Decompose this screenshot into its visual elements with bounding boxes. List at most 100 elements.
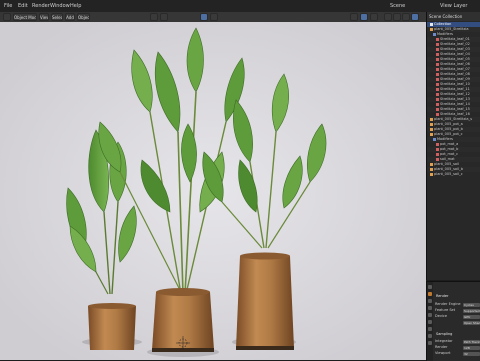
- material-icon: [436, 72, 439, 76]
- object-icon: [430, 162, 433, 166]
- object-icon: [430, 117, 433, 121]
- outliner-item-label: pot_mat_a: [440, 142, 459, 146]
- outliner-panel: Scene Collection Collection plant_005_Str…: [426, 12, 480, 280]
- integrator-label: Integrator: [435, 339, 453, 343]
- object-tab-icon[interactable]: [428, 327, 432, 331]
- material-icon: [436, 77, 439, 81]
- material-icon: [436, 52, 439, 56]
- material-icon: [436, 87, 439, 91]
- menu-render[interactable]: Render: [32, 0, 50, 12]
- outliner-item-label: Strelitzia_leaf_08: [440, 72, 470, 76]
- material-icon: [436, 112, 439, 116]
- outliner-item-label: plant_005_Strelitzia: [434, 27, 469, 31]
- outliner-item-label: Modifiers: [437, 137, 453, 141]
- material-icon: [436, 67, 439, 71]
- outliner-item-label: plant_005_pot_a: [434, 122, 463, 126]
- pot-tall: [236, 256, 294, 348]
- outliner-item-label: Strelitzia_leaf_13: [440, 97, 470, 101]
- outliner-item-label: Strelitzia_leaf_04: [440, 52, 470, 56]
- material-icon: [436, 37, 439, 41]
- viewport-samples-label: Viewport: [435, 351, 451, 355]
- rendered-scene: [0, 22, 426, 360]
- properties-tabs: [427, 282, 433, 361]
- modifier-tab-icon[interactable]: [428, 334, 432, 338]
- render-samples-label: Render: [435, 345, 448, 349]
- outliner-item-label: plant_005_pot_b: [434, 127, 463, 131]
- render-engine-label: Render Engine: [435, 302, 461, 306]
- modifier-icon: [433, 137, 436, 141]
- material-icon: [436, 62, 439, 66]
- outliner-item-label: plant_005_Strelitzia_s: [434, 117, 473, 121]
- material-icon: [436, 47, 439, 51]
- output-tab-icon[interactable]: [428, 299, 432, 303]
- material-icon: [436, 97, 439, 101]
- collection-icon: [430, 22, 433, 26]
- object-icon: [430, 167, 433, 171]
- outliner-item-label: Strelitzia_leaf_02: [440, 42, 470, 46]
- outliner-item-label: Strelitzia_leaf_15: [440, 107, 470, 111]
- open-shading-checkbox[interactable]: Open Shading: [463, 320, 480, 325]
- scene-selector[interactable]: Scene: [390, 0, 405, 12]
- outliner-item-label: Strelitzia_leaf_11: [440, 87, 470, 91]
- menu-help[interactable]: Help: [70, 0, 81, 12]
- outliner-item-label: Strelitzia_leaf_14: [440, 102, 470, 106]
- outliner-item-label: Collection: [434, 22, 452, 26]
- outliner-item-label: plant_005_pot_c: [434, 132, 463, 136]
- outliner-item-label: pot_mat_b: [440, 147, 459, 151]
- pot-small: [88, 306, 136, 350]
- outliner-item-label: plant_005_soil: [434, 162, 460, 166]
- outliner-item-label: Modifiers: [437, 32, 453, 36]
- feature-set-label: Feature Set: [435, 308, 456, 312]
- outliner-item-label: Strelitzia_leaf_06: [440, 62, 470, 66]
- material-icon: [436, 57, 439, 61]
- menu-edit[interactable]: Edit: [18, 0, 28, 12]
- outliner-item-label: Strelitzia_leaf_01: [440, 37, 470, 41]
- object-icon: [430, 127, 433, 131]
- device-label: Device: [435, 314, 447, 318]
- render-samples-field[interactable]: 128: [463, 345, 480, 350]
- menu-file[interactable]: File: [4, 0, 12, 12]
- view-layer-tab-icon[interactable]: [428, 306, 432, 310]
- outliner-item-label: Strelitzia_leaf_12: [440, 92, 470, 96]
- material-icon: [436, 147, 439, 151]
- viewport-samples-field[interactable]: 32: [463, 351, 480, 356]
- material-icon: [436, 142, 439, 146]
- material-tab-icon[interactable]: [428, 341, 432, 345]
- outliner-item-label: Strelitzia_leaf_09: [440, 77, 470, 81]
- object-icon: [430, 172, 433, 176]
- material-icon: [436, 82, 439, 86]
- world-tab-icon[interactable]: [428, 320, 432, 324]
- material-icon: [436, 102, 439, 106]
- 3d-viewport[interactable]: Object Mode View Select Add Object Optio…: [0, 12, 426, 360]
- outliner-item-label: Strelitzia_leaf_07: [440, 67, 470, 71]
- object-icon: [430, 27, 433, 31]
- render-engine-dropdown[interactable]: Cycles: [463, 302, 480, 307]
- outliner-item-object[interactable]: plant_005_soil_c: [427, 172, 480, 177]
- modifier-icon: [433, 32, 436, 36]
- outliner-item-label: Strelitzia_leaf_03: [440, 47, 470, 51]
- menu-window[interactable]: Window: [50, 0, 70, 12]
- outliner-item-label: soil_mat: [440, 157, 455, 161]
- outliner-item-label: Strelitzia_leaf_16: [440, 112, 470, 116]
- material-icon: [436, 107, 439, 111]
- device-dropdown[interactable]: GPU: [463, 314, 480, 319]
- render-section-title: Render: [436, 294, 449, 298]
- object-icon: [430, 122, 433, 126]
- outliner-item-label: plant_005_soil_b: [434, 167, 463, 171]
- integrator-dropdown[interactable]: Path Tracing: [463, 339, 480, 344]
- material-icon: [436, 42, 439, 46]
- outliner-item-label: Strelitzia_leaf_05: [440, 57, 470, 61]
- material-icon: [436, 157, 439, 161]
- scene-tab-icon[interactable]: [428, 313, 432, 317]
- outliner-header: Scene Collection: [427, 12, 480, 21]
- tool-tab-icon[interactable]: [428, 285, 432, 289]
- sampling-section-title[interactable]: Sampling: [436, 332, 452, 337]
- material-icon: [436, 152, 439, 156]
- properties-panel: Render Render Engine Cycles Feature Set …: [426, 281, 480, 361]
- object-icon: [430, 132, 433, 136]
- feature-set-dropdown[interactable]: Supported: [463, 308, 480, 313]
- material-icon: [436, 92, 439, 96]
- outliner-item-label: plant_005_soil_c: [434, 172, 463, 176]
- render-tab-icon[interactable]: [428, 292, 432, 296]
- view-layer-selector[interactable]: View Layer: [440, 0, 467, 12]
